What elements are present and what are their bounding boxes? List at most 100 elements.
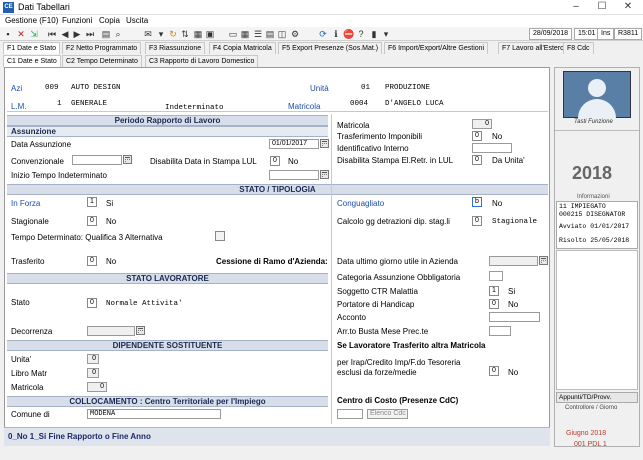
elenco-cdc-button[interactable]: Elenco Cdc (367, 409, 408, 419)
convenzionale-label: Convenzionale (11, 157, 64, 166)
cdc-title: Centro di Costo (Presenze CdC) (337, 396, 459, 405)
decorrenza-field[interactable] (87, 326, 135, 336)
data-assunzione-field[interactable]: 01/01/2017 (269, 139, 319, 149)
menu-gestione[interactable]: Gestione (F10) (5, 15, 58, 27)
list-icon[interactable]: ☰ (253, 29, 263, 39)
side-divider (555, 130, 639, 131)
grid-icon[interactable]: ▦ (240, 29, 250, 39)
dipendente-sost-header: DIPENDENTE SOSTITUENTE (7, 340, 328, 351)
irap-field[interactable]: 0 (489, 366, 499, 376)
calcolo-gg-field[interactable]: 0 (472, 216, 482, 226)
form-icon[interactable]: ▭ (228, 29, 238, 39)
sost-libro-field[interactable]: 0 (87, 368, 99, 378)
ident-field[interactable] (472, 143, 512, 153)
pin-icon[interactable]: ▮ (369, 29, 379, 39)
info-scroll-area[interactable] (556, 250, 638, 390)
first-icon[interactable]: ⏮ (47, 29, 57, 39)
delete-icon[interactable]: ✕ (16, 29, 26, 39)
tab-c1[interactable]: C1 Date e Stato (3, 55, 61, 67)
export-icon[interactable]: ⇲ (29, 29, 39, 39)
disab-retr-field[interactable]: 0 (472, 155, 482, 165)
stop-icon[interactable]: ⛔ (343, 29, 354, 39)
tasti-funzione-label[interactable]: Tasti Funzione (574, 119, 613, 125)
calendar-icon[interactable]: ▤ (265, 29, 275, 39)
dropdown-icon[interactable]: ▾ (381, 29, 391, 39)
cdc-field[interactable] (337, 409, 363, 419)
tab-f5[interactable]: F5 Export Presenze (Sos.Mat.) (278, 42, 383, 54)
trasf-field[interactable]: 0 (472, 131, 482, 141)
in-forza-text: Si (106, 199, 114, 208)
prev-icon[interactable]: ◀ (60, 29, 70, 39)
tool-icon[interactable]: ↻ (168, 29, 178, 39)
minimize-icon[interactable]: – (563, 0, 589, 15)
comune-label: Comune di (11, 410, 50, 419)
inizio-td-field[interactable] (269, 170, 319, 180)
tab-c2[interactable]: C2 Tempo Determinato (62, 55, 142, 67)
menu-copia[interactable]: Copia (99, 15, 120, 27)
help-icon[interactable]: ? (356, 29, 366, 39)
ultimo-giorno-field[interactable] (489, 256, 538, 266)
menu-funzioni[interactable]: Funzioni (62, 15, 92, 27)
appunti-button[interactable]: Appunti/TD/Provv. (556, 392, 638, 403)
unita-label: Unità (310, 84, 329, 93)
calendar-icon[interactable] (320, 139, 329, 148)
comune-field[interactable]: MODENA (87, 409, 221, 419)
chart-icon[interactable]: ◫ (277, 29, 287, 39)
next-icon[interactable]: ▶ (72, 29, 82, 39)
td-qual-checkbox[interactable] (215, 231, 225, 241)
refresh-icon[interactable]: ⟳ (318, 29, 328, 39)
arr-field[interactable] (489, 326, 511, 336)
mail-icon[interactable]: ✉ (143, 29, 153, 39)
convenzionale-field[interactable] (72, 155, 122, 165)
stato-field[interactable]: 0 (87, 298, 97, 308)
categoria-field[interactable] (489, 271, 503, 281)
disab-lul-field[interactable]: 0 (270, 156, 280, 166)
tab-f6[interactable]: F6 Import/Export/Altre Gestioni (384, 42, 489, 54)
in-forza-field[interactable]: 1 (87, 197, 97, 207)
menu-uscita[interactable]: Uscita (126, 15, 148, 27)
calc-icon[interactable]: ▣ (205, 29, 215, 39)
attach-icon[interactable]: ▾ (156, 29, 166, 39)
conguagliato-label: Conguagliato (337, 199, 385, 208)
trasferito-field[interactable]: 0 (87, 256, 97, 266)
report-icon[interactable]: ▦ (193, 29, 203, 39)
periodo-header: Periodo Rapporto di Lavoro (7, 115, 328, 126)
sost-unita-field[interactable]: 0 (87, 354, 99, 364)
tab-f3[interactable]: F3 Riassunzione (145, 42, 206, 54)
calendar-icon[interactable] (136, 326, 145, 335)
maximize-icon[interactable]: ☐ (589, 0, 615, 15)
ctr-field[interactable]: 1 (489, 286, 499, 296)
find-icon[interactable]: ⌕ (113, 29, 123, 39)
calendar-icon[interactable] (539, 256, 548, 265)
last-icon[interactable]: ⏭ (85, 29, 95, 39)
conguagliato-field[interactable]: b (472, 197, 482, 207)
close-icon[interactable]: ✕ (615, 0, 641, 15)
tab-f8[interactable]: F8 Cdc (563, 42, 594, 54)
save-icon[interactable]: ▪ (3, 29, 13, 39)
tab-f4[interactable]: F4 Copia Matricola (209, 42, 276, 54)
disab-lul-label: Disabilita Data in Stampa LUL (150, 157, 257, 166)
month-display: Giugno 2018 (566, 430, 607, 437)
data-assunzione-label: Data Assunzione (11, 140, 72, 149)
calendar-icon[interactable] (123, 155, 132, 164)
sost-matricola-field[interactable]: 0 (87, 382, 107, 392)
calendar-icon[interactable] (320, 170, 329, 179)
matricola2-field[interactable]: 0 (472, 119, 492, 129)
sort-icon[interactable]: ⇅ (180, 29, 190, 39)
ident-label: Identificativo Interno (337, 144, 409, 153)
stagionale-field[interactable]: 0 (87, 216, 97, 226)
stato-text: Normale Attivita' (106, 300, 183, 308)
controllore-label: Controllore / Giorno (565, 405, 618, 411)
settings-icon[interactable]: ⚙ (290, 29, 300, 39)
handicap-field[interactable]: 0 (489, 299, 499, 309)
tab-f1[interactable]: F1 Date e Stato (3, 42, 61, 54)
print-icon[interactable]: ▤ (101, 29, 111, 39)
irap-text: No (508, 368, 519, 377)
main-panel: Azi 009 AUTO DESIGN Unità 01 PRODUZIONE … (4, 67, 550, 446)
lm-code: 1 (57, 100, 62, 108)
tab-c3[interactable]: C3 Rapporto di Lavoro Domestico (145, 55, 259, 67)
acconto-field[interactable] (489, 312, 540, 322)
info-icon[interactable]: ℹ (331, 29, 341, 39)
tab-f7[interactable]: F7 Lavoro all'Estero (498, 42, 569, 54)
tab-f2[interactable]: F2 Netto Programmato (62, 42, 142, 54)
